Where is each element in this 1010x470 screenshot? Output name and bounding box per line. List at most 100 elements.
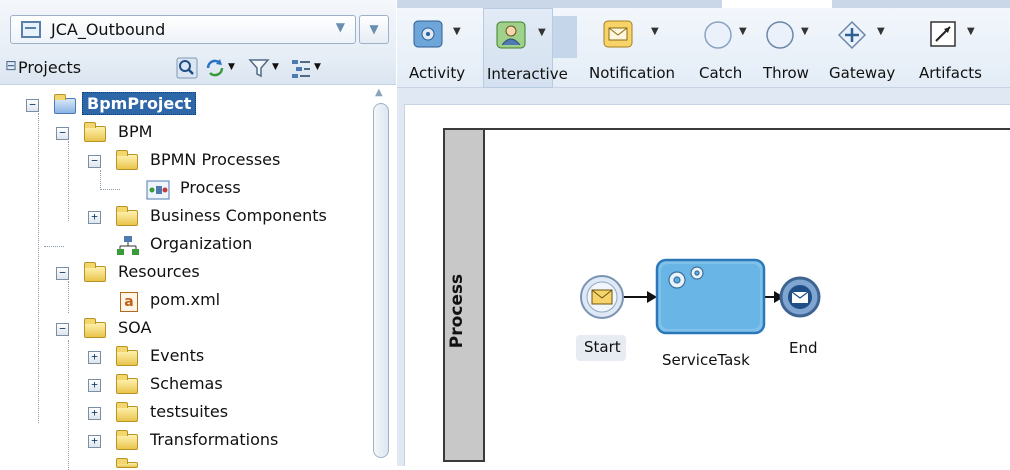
tree-item-testsuites[interactable]: + testsuites [0,400,300,427]
palette-gateway[interactable]: ▼ Gateway [829,8,899,88]
editor-tab-strip [397,0,1010,8]
application-toolbar: JCA_Outbound ▼ ▼ [0,0,396,52]
palette-divider [553,16,577,58]
palette-label: Interactive [487,65,568,83]
start-event-label: Start [584,338,621,356]
tree-item-label: BPM [118,122,153,141]
search-icon[interactable] [176,57,198,79]
tree-item-transformations[interactable]: + Transformations [0,428,330,455]
filter-icon[interactable] [248,57,270,79]
tree-item-process[interactable]: Process [0,176,330,203]
navigator-options-icon[interactable] [290,57,312,79]
service-task[interactable] [655,258,766,335]
scrollbar-thumb[interactable] [373,103,389,458]
palette-label: Artifacts [919,64,982,82]
tree-item-resources[interactable]: − Resources [0,260,300,287]
tree-item-label: Process [180,178,241,197]
application-icon [21,21,41,38]
tree-scrollbar[interactable]: ▲ [371,85,391,466]
scroll-up-icon[interactable]: ▲ [375,87,383,98]
user-task-icon [496,21,526,49]
collapse-toggle[interactable]: − [88,155,101,168]
folder-icon [116,374,138,394]
expand-toggle[interactable]: + [88,211,101,224]
application-selector[interactable]: JCA_Outbound ▼ [10,15,356,44]
tree-item-soa[interactable]: − SOA [0,316,300,343]
tree-item-label: BpmProject [82,92,197,115]
collapse-icon[interactable]: ⊟ [5,58,17,74]
collapse-toggle[interactable]: − [56,267,69,280]
chevron-down-icon[interactable]: ▼ [801,26,809,37]
component-palette: ▼ Activity ▼ Interactive ▼ Notification [397,8,1010,88]
project-icon [54,94,76,114]
tree-item-label: Transformations [150,430,279,449]
palette-notification[interactable]: ▼ Notification [589,8,685,88]
application-name: JCA_Outbound [51,20,166,39]
tree-item-schemas[interactable]: + Schemas [0,372,300,399]
organization-icon [117,236,139,255]
folder-icon [116,430,138,450]
application-navigator: JCA_Outbound ▼ ▼ ⊟ Projects ▼ ▼ ▼ − BpmP… [0,0,396,470]
tree-item-label: Events [150,346,205,365]
tree-item-label: Business Components [150,206,327,225]
folder-icon [116,458,138,468]
refresh-icon[interactable] [204,57,226,79]
arrowhead-icon [647,291,657,303]
expand-toggle[interactable]: + [88,435,101,448]
application-menu-button[interactable]: ▼ [359,15,389,44]
tree-item-business-components[interactable]: + Business Components [0,204,340,231]
project-tree: − BpmProject − BPM − BPMN Processes Proc… [0,85,396,470]
tree-item-label: Organization [150,234,253,253]
chevron-down-icon[interactable]: ▼ [453,26,461,37]
palette-catch[interactable]: ▼ Catch [699,8,751,88]
chevron-down-icon[interactable]: ▼ [651,26,659,37]
bpm-editor: ▼ Activity ▼ Interactive ▼ Notification [397,0,1010,466]
tree-item-label: BPMN Processes [150,150,281,169]
palette-throw[interactable]: ▼ Throw [761,8,815,88]
tree-item-pom-xml[interactable]: a pom.xml [0,288,300,315]
end-event[interactable] [779,276,821,318]
chevron-down-icon: ▼ [335,20,345,34]
folder-icon [84,318,106,338]
tree-item-events[interactable]: + Events [0,344,300,371]
expand-toggle[interactable]: + [88,379,101,392]
expand-toggle[interactable]: + [88,351,101,364]
chevron-down-icon[interactable]: ▼ [739,26,747,37]
palette-interactive[interactable]: ▼ Interactive [483,8,568,88]
components-folder-icon [116,206,138,226]
folder-icon [84,122,106,142]
tree-item-label: SOA [118,318,152,337]
tree-item-organization[interactable]: Organization [0,232,330,259]
expand-toggle[interactable]: + [88,407,101,420]
tree-item-bpm[interactable]: − BPM [0,120,300,147]
start-event[interactable] [580,275,624,319]
catch-event-icon [704,21,732,49]
tree-item-bpmproject[interactable]: − BpmProject [0,92,300,119]
filter-dropdown-icon[interactable]: ▼ [272,62,279,72]
projects-label: Projects [18,58,82,77]
tree-item-bpmn-processes[interactable]: − BPMN Processes [0,148,330,175]
chevron-down-icon[interactable]: ▼ [538,27,546,38]
collapse-toggle[interactable]: − [26,99,39,112]
palette-label: Notification [589,64,676,82]
chevron-down-icon[interactable]: ▼ [877,26,885,37]
collapse-toggle[interactable]: − [56,127,69,140]
palette-artifacts[interactable]: ▼ Artifacts [917,8,987,88]
process-flow [580,258,821,335]
collapse-toggle[interactable]: − [56,323,69,336]
tree-item-label: Schemas [150,374,223,393]
chevron-down-icon[interactable]: ▼ [967,26,975,37]
process-icon [146,180,170,200]
gateway-icon [837,20,867,50]
options-dropdown-icon[interactable]: ▼ [314,62,321,72]
swimlane-border [485,128,1010,130]
projects-header: ⊟ Projects ▼ ▼ ▼ [0,52,396,85]
palette-label: Throw [763,64,809,82]
throw-event-icon [766,21,794,49]
end-event-label: End [789,339,818,357]
folder-icon [116,346,138,366]
palette-activity[interactable]: ▼ Activity [409,8,485,88]
palette-label: Activity [409,64,466,82]
palette-label: Gateway [829,64,896,82]
refresh-dropdown-icon[interactable]: ▼ [228,62,235,72]
